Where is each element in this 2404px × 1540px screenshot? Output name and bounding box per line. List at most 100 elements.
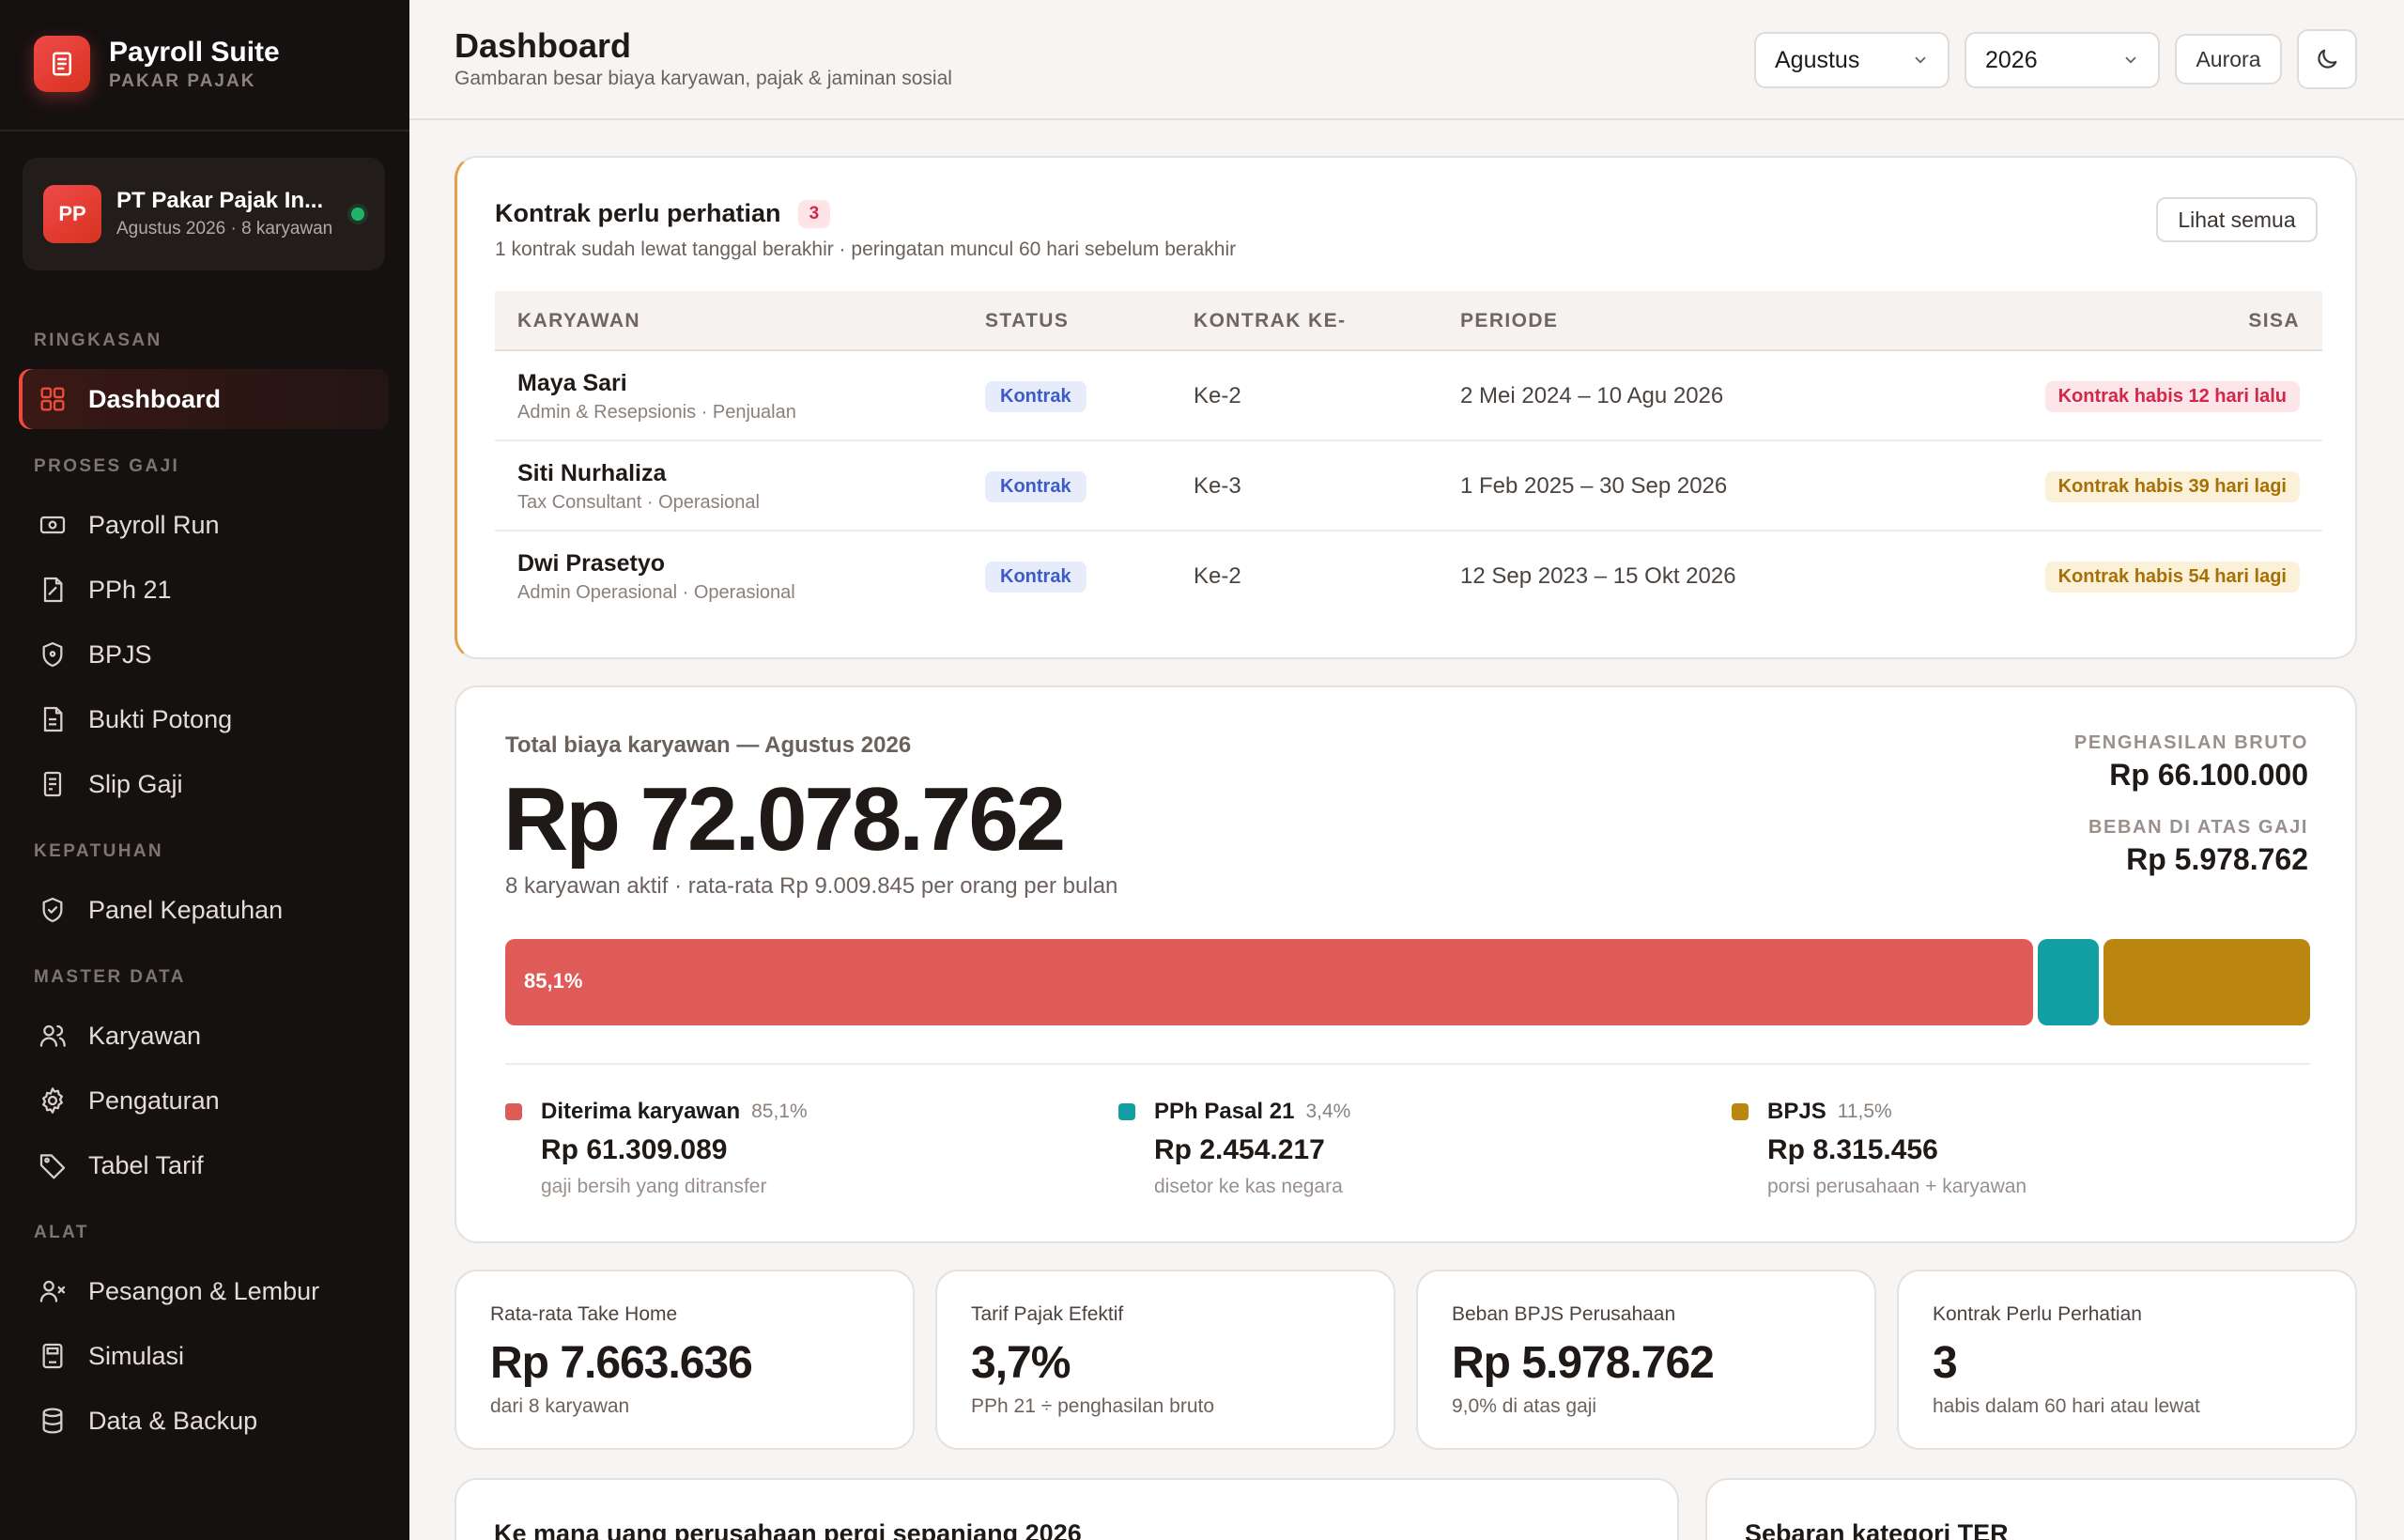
sidebar-item-label: Karyawan: [88, 1021, 202, 1050]
kpi-subtitle: PPh 21 ÷ penghasilan bruto: [971, 1395, 1215, 1417]
company-avatar: PP: [43, 185, 101, 243]
kpi-card-contracts[interactable]: Kontrak Perlu Perhatian 3 habis dalam 60…: [1897, 1270, 2357, 1450]
segment-bpjs[interactable]: [2104, 939, 2310, 1025]
sidebar-item-payroll-run[interactable]: Payroll Run: [19, 495, 389, 555]
kpi-card-bpjs-cost[interactable]: Beban BPJS Perusahaan Rp 5.978.762 9,0% …: [1416, 1270, 1876, 1450]
company-switcher[interactable]: PP PT Pakar Pajak In... Agustus 2026 · 8…: [23, 158, 385, 270]
status-badge: Kontrak: [985, 381, 1086, 412]
legend-net-salary: Diterima karyawan 85,1% Rp 61.309.089 ga…: [505, 1099, 808, 1198]
sidebar-item-pesangon-lembur[interactable]: Pesangon & Lembur: [19, 1261, 389, 1321]
divider: [505, 1063, 2310, 1065]
chevron-down-icon: [2125, 56, 2136, 64]
kpi-card-take-home[interactable]: Rata-rata Take Home Rp 7.663.636 dari 8 …: [455, 1270, 915, 1450]
page-title: Dashboard: [455, 26, 632, 65]
sidebar-item-label: BPJS: [88, 639, 152, 669]
brand-divider: [0, 130, 409, 131]
sidebar-item-slip-gaji[interactable]: Slip Gaji: [19, 754, 389, 814]
view-all-button[interactable]: Lihat semua: [2156, 197, 2318, 242]
year-select-value: 2026: [1985, 46, 2038, 73]
table-row[interactable]: Dwi Prasetyo Admin Operasional · Operasi…: [495, 531, 2322, 622]
legend-name: BPJS: [1767, 1099, 1826, 1124]
chevron-down-icon: [1915, 56, 1926, 64]
legend-percent: 11,5%: [1837, 1101, 1892, 1122]
segment-pph21[interactable]: [2038, 939, 2099, 1025]
kpi-value: Rp 5.978.762: [1452, 1338, 1715, 1388]
legend-name: Diterima karyawan: [541, 1099, 741, 1124]
sidebar-item-pph21[interactable]: PPh 21: [19, 560, 389, 620]
ter-category-card: Sebaran kategori TER: [1705, 1478, 2357, 1540]
segment-net-salary-label: 85,1%: [524, 969, 583, 993]
company-name: PT Pakar Pajak In...: [116, 188, 324, 213]
sidebar-item-bpjs[interactable]: BPJS: [19, 624, 389, 685]
column-header-status[interactable]: STATUS: [985, 310, 1069, 332]
month-select[interactable]: Agustus: [1754, 32, 1949, 88]
employee-role: Admin Operasional · Operasional: [517, 582, 795, 603]
legend-note: gaji bersih yang ditransfer: [541, 1176, 767, 1197]
kpi-value: 3,7%: [971, 1338, 1071, 1388]
status-badge: Kontrak: [985, 562, 1086, 593]
database-icon: [42, 1408, 63, 1434]
contract-number: Ke-2: [1194, 383, 1241, 408]
total-cost-value: Rp 72.078.762: [503, 769, 1066, 870]
sidebar-item-karyawan[interactable]: Karyawan: [19, 1006, 389, 1066]
contracts-card: Kontrak perlu perhatian 3 1 kontrak suda…: [455, 156, 2357, 659]
contracts-count-badge: 3: [797, 199, 831, 228]
total-cost-card: Total biaya karyawan — Agustus 2026 Rp 7…: [455, 685, 2357, 1243]
calculator-icon: [42, 1343, 63, 1369]
sidebar-item-label: Bukti Potong: [88, 704, 233, 733]
yearly-spending-title: Ke mana uang perusahaan pergi sepanjang …: [494, 1519, 1082, 1540]
contracts-subtitle: 1 kontrak sudah lewat tanggal berakhir ·…: [495, 239, 1237, 260]
sidebar-item-data-backup[interactable]: Data & Backup: [19, 1391, 389, 1451]
sidebar: Payroll Suite PAKAR PAJAK PP PT Pakar Pa…: [0, 0, 409, 1540]
yearly-spending-card: Ke mana uang perusahaan pergi sepanjang …: [455, 1478, 1679, 1540]
gross-income-label: PENGHASILAN BRUTO: [2073, 732, 2308, 753]
employee-name: Maya Sari: [517, 370, 627, 396]
sidebar-item-pengaturan[interactable]: Pengaturan: [19, 1070, 389, 1131]
contract-period: 1 Feb 2025 – 30 Sep 2026: [1460, 473, 1728, 499]
legend-swatch: [1732, 1103, 1749, 1120]
column-header-kontrak[interactable]: KONTRAK KE-: [1194, 310, 1346, 332]
column-header-periode[interactable]: PERIODE: [1460, 310, 1558, 332]
contracts-table: KARYAWAN STATUS KONTRAK KE- PERIODE SISA…: [495, 291, 2322, 622]
sidebar-item-panel-kepatuhan[interactable]: Panel Kepatuhan: [19, 880, 389, 940]
gear-icon: [42, 1087, 63, 1114]
legend-note: porsi perusahaan + karyawan: [1767, 1176, 2027, 1197]
ter-category-title: Sebaran kategori TER: [1745, 1519, 2009, 1540]
sidebar-item-label: PPh 21: [88, 575, 172, 604]
employee-role: Admin & Resepsionis · Penjualan: [517, 402, 796, 423]
dark-mode-toggle[interactable]: [2297, 29, 2357, 89]
sidebar-item-bukti-potong[interactable]: Bukti Potong: [19, 689, 389, 749]
table-row[interactable]: Maya Sari Admin & Resepsionis · Penjuala…: [495, 351, 2322, 441]
kpi-label: Beban BPJS Perusahaan: [1452, 1303, 1676, 1325]
sidebar-item-simulasi[interactable]: Simulasi: [19, 1326, 389, 1386]
legend-swatch: [505, 1103, 522, 1120]
nav-section-master-data: MASTER DATA: [34, 967, 186, 987]
gross-income-block: PENGHASILAN BRUTO Rp 66.100.000: [2074, 732, 2308, 793]
sidebar-item-label: Data & Backup: [88, 1406, 258, 1435]
receipt-icon: [43, 771, 62, 797]
legend-value: Rp 2.454.217: [1154, 1134, 1325, 1165]
remaining-badge: Kontrak habis 39 hari lagi: [2044, 471, 2300, 502]
column-header-karyawan[interactable]: KARYAWAN: [517, 310, 640, 332]
table-row[interactable]: Siti Nurhaliza Tax Consultant · Operasio…: [495, 441, 2322, 531]
contracts-title-wrap: Kontrak perlu perhatian 3: [495, 199, 831, 228]
company-meta: Agustus 2026 · 8 karyawan: [116, 219, 333, 239]
theme-aurora-button[interactable]: Aurora: [2175, 34, 2282, 85]
extra-cost-value: Rp 5.978.762: [2126, 842, 2308, 876]
segment-net-salary[interactable]: 85,1%: [505, 939, 2033, 1025]
sidebar-item-dashboard[interactable]: Dashboard: [19, 369, 389, 429]
brand[interactable]: Payroll Suite PAKAR PAJAK: [34, 36, 280, 92]
total-cost-subtitle: 8 karyawan aktif · rata-rata Rp 9.009.84…: [505, 873, 1118, 899]
year-select[interactable]: 2026: [1965, 32, 2160, 88]
nav-section-proses-gaji: PROSES GAJI: [34, 456, 180, 476]
legend-value: Rp 8.315.456: [1767, 1134, 1938, 1165]
sidebar-item-label: Payroll Run: [88, 510, 220, 539]
grid-icon: [40, 387, 65, 411]
contract-number: Ke-3: [1194, 473, 1241, 499]
cost-stacked-bar: 85,1%: [505, 939, 2310, 1025]
column-header-sisa[interactable]: SISA: [2248, 310, 2300, 332]
sidebar-item-tabel-tarif[interactable]: Tabel Tarif: [19, 1135, 389, 1195]
users-icon: [39, 1024, 66, 1047]
kpi-card-effective-tax[interactable]: Tarif Pajak Efektif 3,7% PPh 21 ÷ pengha…: [935, 1270, 1395, 1450]
brand-title: Payroll Suite: [109, 37, 280, 68]
